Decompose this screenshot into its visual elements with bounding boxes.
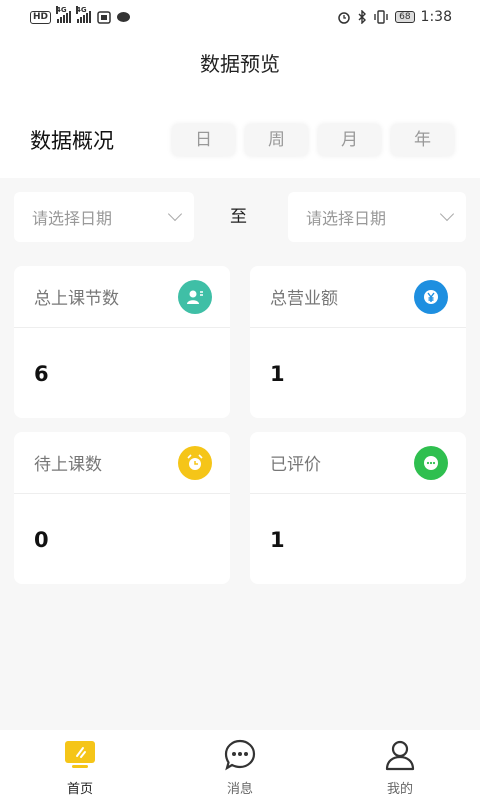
card-value: 1 <box>270 362 285 386</box>
overview-row: 数据概况 日 周 月 年 <box>0 118 480 162</box>
alarm-clock-icon <box>178 445 212 480</box>
start-date-picker[interactable]: 请选择日期 <box>14 192 194 242</box>
chevron-down-icon <box>439 206 455 222</box>
status-bar-right: 68 1:38 <box>337 9 452 25</box>
nav-label-home: 首页 <box>66 782 93 797</box>
profile-icon <box>383 738 417 772</box>
nav-label-messages: 消息 <box>226 782 253 797</box>
overview-title: 数据概况 <box>30 129 114 153</box>
card-value: 6 <box>34 362 49 386</box>
card-header: 总营业额 <box>250 266 466 328</box>
card-label: 总营业额 <box>270 289 338 309</box>
chevron-down-icon <box>167 206 183 222</box>
date-range-separator: 至 <box>230 207 247 227</box>
tab-week[interactable]: 周 <box>245 124 308 156</box>
stat-card-total-revenue[interactable]: 总营业额 1 <box>250 266 466 418</box>
card-header: 已评价 <box>250 432 466 494</box>
yen-coin-icon <box>414 279 448 314</box>
end-date-placeholder: 请选择日期 <box>306 209 387 228</box>
status-bar: HD 4G 4G 68 1:38 <box>0 0 480 34</box>
nav-item-home[interactable]: 首页 <box>0 730 160 800</box>
stat-card-reviewed[interactable]: 已评价 1 <box>250 432 466 584</box>
period-tabs: 日 周 月 年 <box>172 124 454 156</box>
bluetooth-icon <box>358 10 367 24</box>
stat-card-pending-classes[interactable]: 待上课数 0 <box>14 432 230 584</box>
card-header: 待上课数 <box>14 432 230 494</box>
tab-year[interactable]: 年 <box>391 124 454 156</box>
chat-icon <box>414 445 448 480</box>
battery-icon: 68 <box>395 11 415 23</box>
card-label: 已评价 <box>270 455 321 475</box>
card-header: 总上课节数 <box>14 266 230 328</box>
network-type-label: 4G <box>76 6 87 14</box>
stat-card-total-classes[interactable]: 总上课节数 6 <box>14 266 230 418</box>
card-value: 1 <box>270 528 285 552</box>
signal-icon: 4G <box>76 6 92 23</box>
card-label: 待上课数 <box>34 455 102 475</box>
nav-label-profile: 我的 <box>386 782 413 797</box>
nav-item-profile[interactable]: 我的 <box>320 730 480 800</box>
content-area: 请选择日期 至 请选择日期 总上课节数 6 总营业额 1 待上课数 0 已评价 … <box>0 178 480 730</box>
vibrate-icon <box>374 10 388 24</box>
start-date-placeholder: 请选择日期 <box>32 209 113 228</box>
student-icon <box>178 279 212 314</box>
hd-indicator: HD <box>30 10 52 24</box>
message-icon <box>223 738 257 772</box>
tab-month[interactable]: 月 <box>318 124 381 156</box>
date-range-row: 请选择日期 至 请选择日期 <box>14 192 466 242</box>
page-title: 数据预览 <box>200 52 280 76</box>
status-bar-left: HD 4G 4G <box>30 6 131 24</box>
bottom-nav: 首页 消息 我的 <box>0 730 480 800</box>
nav-item-messages[interactable]: 消息 <box>160 730 320 800</box>
card-value: 0 <box>34 528 49 552</box>
tab-day[interactable]: 日 <box>172 124 235 156</box>
home-icon <box>63 738 97 772</box>
card-label: 总上课节数 <box>34 289 119 309</box>
chat-notification-icon <box>117 12 131 22</box>
alarm-icon <box>338 12 350 24</box>
end-date-picker[interactable]: 请选择日期 <box>288 192 466 242</box>
app-notification-icon <box>97 11 111 24</box>
signal-icon: 4G <box>56 6 72 23</box>
status-time: 1:38 <box>420 9 452 25</box>
network-type-label: 4G <box>56 6 67 14</box>
